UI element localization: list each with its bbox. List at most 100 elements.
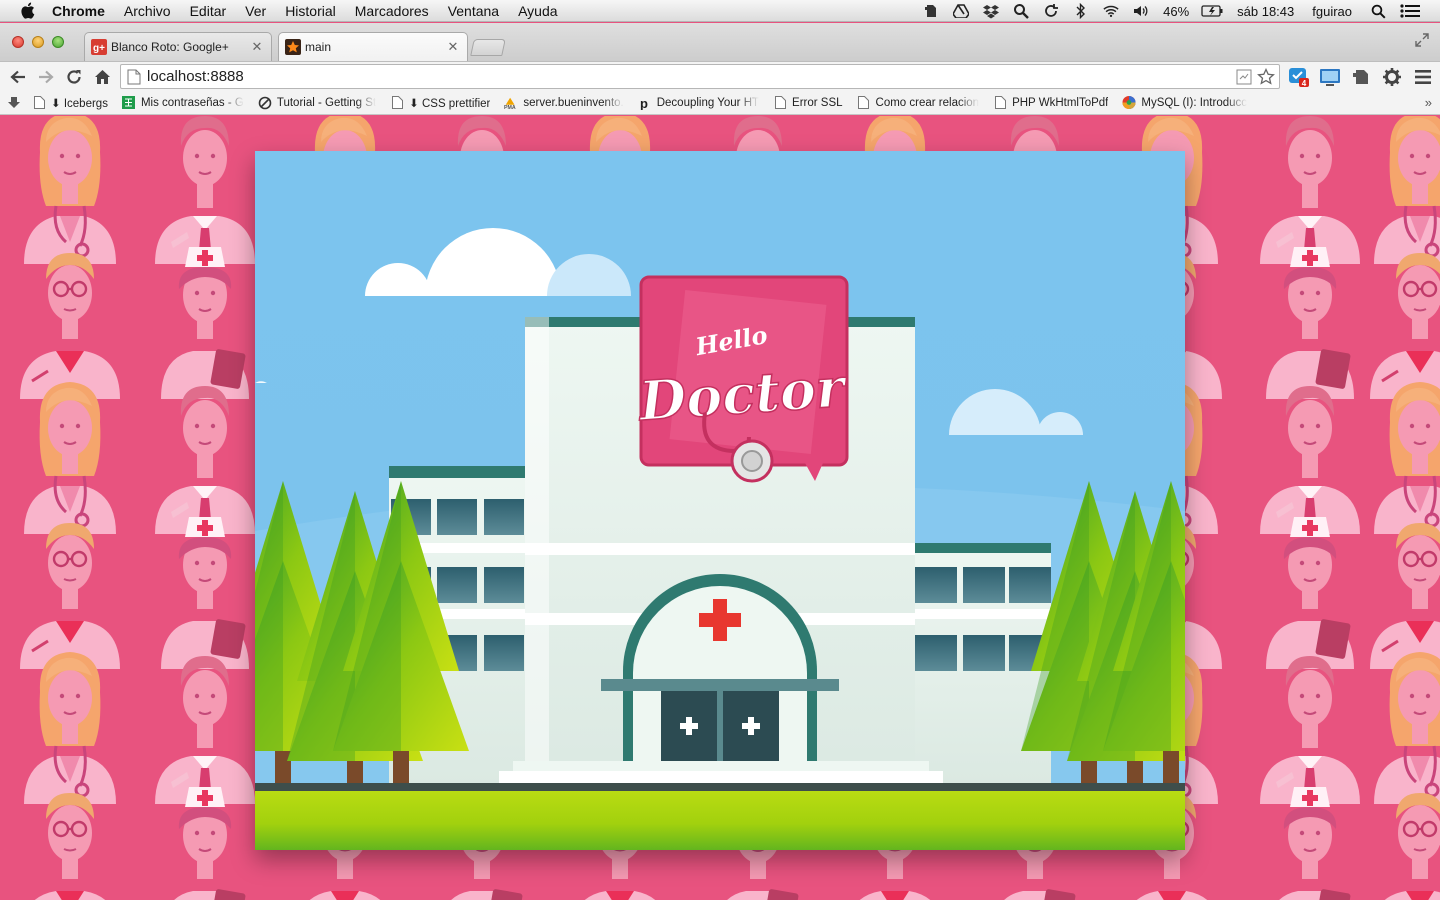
doctor-figure [154,385,256,535]
bookmark-tutorial[interactable]: Tutorial - Getting St [258,96,376,110]
new-tab-button[interactable] [470,39,506,56]
page-icon [390,96,404,110]
chrome-menu-icon[interactable] [1412,66,1434,88]
menubar-clock[interactable]: sáb 18:43 [1237,4,1294,19]
dropbox-icon[interactable] [983,3,1000,19]
bookmark-server-bueninvento[interactable]: PMA server.bueninvento. [504,96,623,110]
doctor-figure [1368,251,1440,401]
bookmarks-download-icon[interactable] [8,96,20,109]
svg-text:PMA: PMA [504,105,516,110]
macos-menubar: Chrome Archivo Editar Ver Historial Marc… [0,0,1440,22]
doctor-figure [22,650,118,806]
battery-percentage: 46% [1163,3,1190,19]
browser-toolbar: localhost:8888 4 [0,61,1440,91]
volume-icon[interactable] [1133,3,1149,19]
page-viewport: Hello Doctor [0,116,1440,900]
extension-evernote-icon[interactable] [1350,66,1372,88]
home-icon[interactable] [92,67,112,87]
star-icon [285,39,301,55]
nurse-figure [160,246,250,400]
pma-icon: PMA [504,96,518,110]
tab-close-icon[interactable]: ✕ [447,39,459,55]
sync-icon[interactable] [1043,3,1059,19]
menu-archivo[interactable]: Archivo [124,3,171,19]
nurse-figure [1265,516,1355,670]
doctor-figure [1372,380,1440,536]
wifi-icon[interactable] [1103,3,1119,19]
spreadsheet-icon [122,96,136,110]
gear-link-icon [258,96,272,110]
window-minimize-button[interactable] [32,36,44,48]
bookmark-icebergs[interactable]: ⬇ Icebergs [32,96,108,110]
evernote-icon[interactable] [923,3,939,19]
page-icon [857,96,871,110]
notification-center-icon[interactable] [1400,3,1420,19]
menubar-username[interactable]: fguirao [1312,4,1352,19]
bookmarks-overflow-chevron[interactable]: » [1425,95,1432,110]
mysql-icon [1122,95,1136,110]
doctor-figure [1259,655,1361,805]
doctor-figure [154,655,256,805]
doctor-figure [1368,521,1440,671]
p-icon: p [638,96,652,110]
window-zoom-button[interactable] [52,36,64,48]
bookmarks-bar: ⬇ Icebergs Mis contraseñas - G Tutorial … [0,91,1440,115]
doctor-figure [1259,116,1361,265]
bookmark-como-crear-relacion[interactable]: Como crear relacion [857,96,979,110]
apple-icon[interactable] [20,2,38,20]
doctor-figure [18,251,122,401]
spotlight-alfred-icon[interactable] [1013,3,1029,19]
svg-text:g+: g+ [93,43,105,54]
bookmark-mysql-introduccion[interactable]: MySQL (I): Introducc [1122,95,1247,110]
window-close-button[interactable] [12,36,24,48]
tab-title: Blanco Roto: Google+ [111,40,229,54]
bookmark-error-ssl[interactable]: Error SSL [773,96,843,110]
fullscreen-icon[interactable] [1414,32,1430,48]
tab-close-icon[interactable]: ✕ [251,39,263,55]
doctor-figure [1368,791,1440,900]
bookmark-mis-contrasenas[interactable]: Mis contraseñas - G [122,96,244,110]
address-bar[interactable]: localhost:8888 [120,64,1280,89]
settings-gear-icon[interactable] [1381,66,1403,88]
extension-badge-count: 4 [1302,79,1307,88]
tab-blanco-roto[interactable]: g+ Blanco Roto: Google+ ✕ [84,32,272,61]
tab-title: main [305,40,332,54]
nurse-figure [1265,246,1355,400]
doctor-figure [18,521,122,671]
page-action-icon[interactable] [1235,68,1253,86]
bookmark-php-wkhtmltopdf[interactable]: PHP WkHtmlToPdf [993,96,1108,110]
bookmark-star-icon[interactable] [1257,67,1275,86]
nurse-figure [160,516,250,670]
bookmark-css-prettifier[interactable]: ⬇ CSS prettifier [390,96,490,110]
bookmark-decoupling[interactable]: p Decoupling Your HT [638,96,759,110]
bluetooth-icon[interactable] [1073,3,1089,19]
doctor-figure [1259,385,1361,535]
url-text[interactable]: localhost:8888 [147,68,244,85]
extension-screen-icon[interactable] [1319,66,1341,88]
hospital-illustration: Hello Doctor [255,151,1185,850]
menubar-status-area: 46% sáb 18:43 fguirao [923,0,1440,22]
page-icon [32,96,46,110]
menu-marcadores[interactable]: Marcadores [355,3,429,19]
menu-historial[interactable]: Historial [285,3,336,19]
hello-doctor-sign: Hello Doctor [634,275,851,483]
spotlight-search-icon[interactable] [1370,3,1386,19]
menu-app-chrome[interactable]: Chrome [52,3,105,19]
doctor-figure [22,116,118,266]
menu-ventana[interactable]: Ventana [448,3,499,19]
page-icon [773,96,787,110]
battery-icon[interactable] [1201,3,1223,19]
doctor-figure [18,791,122,900]
reload-icon[interactable] [64,67,84,87]
back-arrow-icon[interactable] [8,67,28,87]
google-drive-icon[interactable] [953,3,970,19]
menu-ver[interactable]: Ver [245,3,266,19]
tab-main[interactable]: main ✕ [278,32,468,61]
page-icon [993,96,1007,110]
doctor-figure [22,380,118,536]
extension-todo-icon[interactable]: 4 [1288,66,1310,88]
forward-arrow-icon[interactable] [36,67,56,87]
doctor-figure [154,116,256,265]
menu-editar[interactable]: Editar [190,3,227,19]
menu-ayuda[interactable]: Ayuda [518,3,557,19]
